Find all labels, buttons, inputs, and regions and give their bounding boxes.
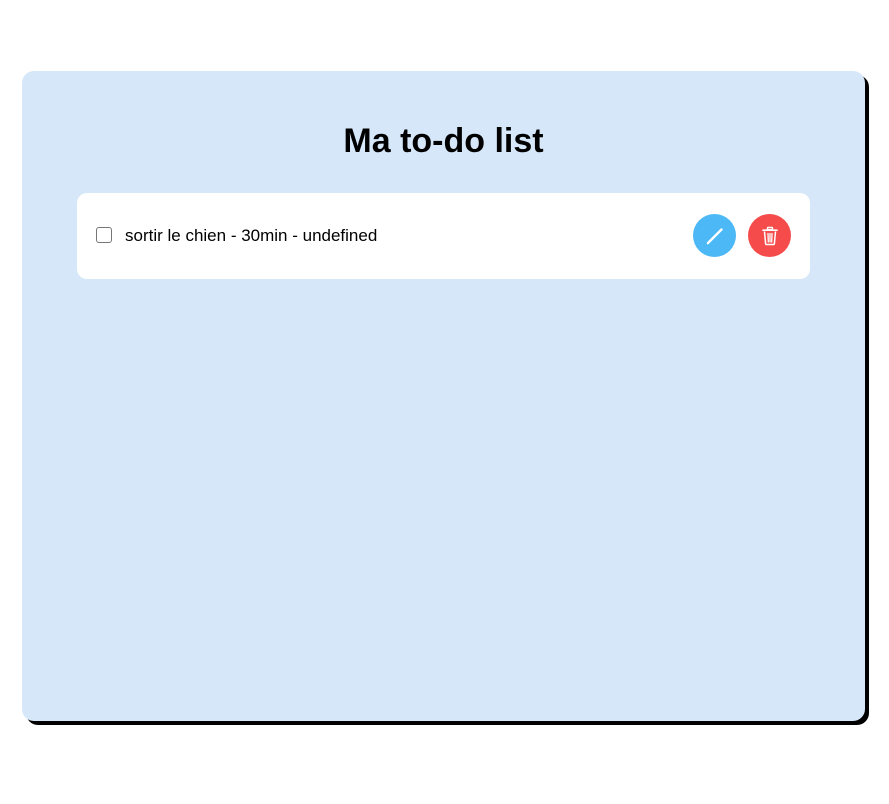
todo-card: Ma to-do list sortir le chien - 30min - …	[22, 71, 865, 721]
task-label: sortir le chien - 30min - undefined	[125, 226, 378, 245]
trash-icon	[759, 225, 781, 247]
task-checkbox[interactable]	[96, 227, 112, 243]
task-item: sortir le chien - 30min - undefined	[77, 193, 810, 279]
delete-task-button[interactable]	[748, 214, 791, 257]
edit-task-button[interactable]	[693, 214, 736, 257]
pencil-icon	[704, 225, 726, 247]
page-title: Ma to-do list	[343, 122, 544, 160]
task-list: sortir le chien - 30min - undefined	[77, 193, 810, 279]
